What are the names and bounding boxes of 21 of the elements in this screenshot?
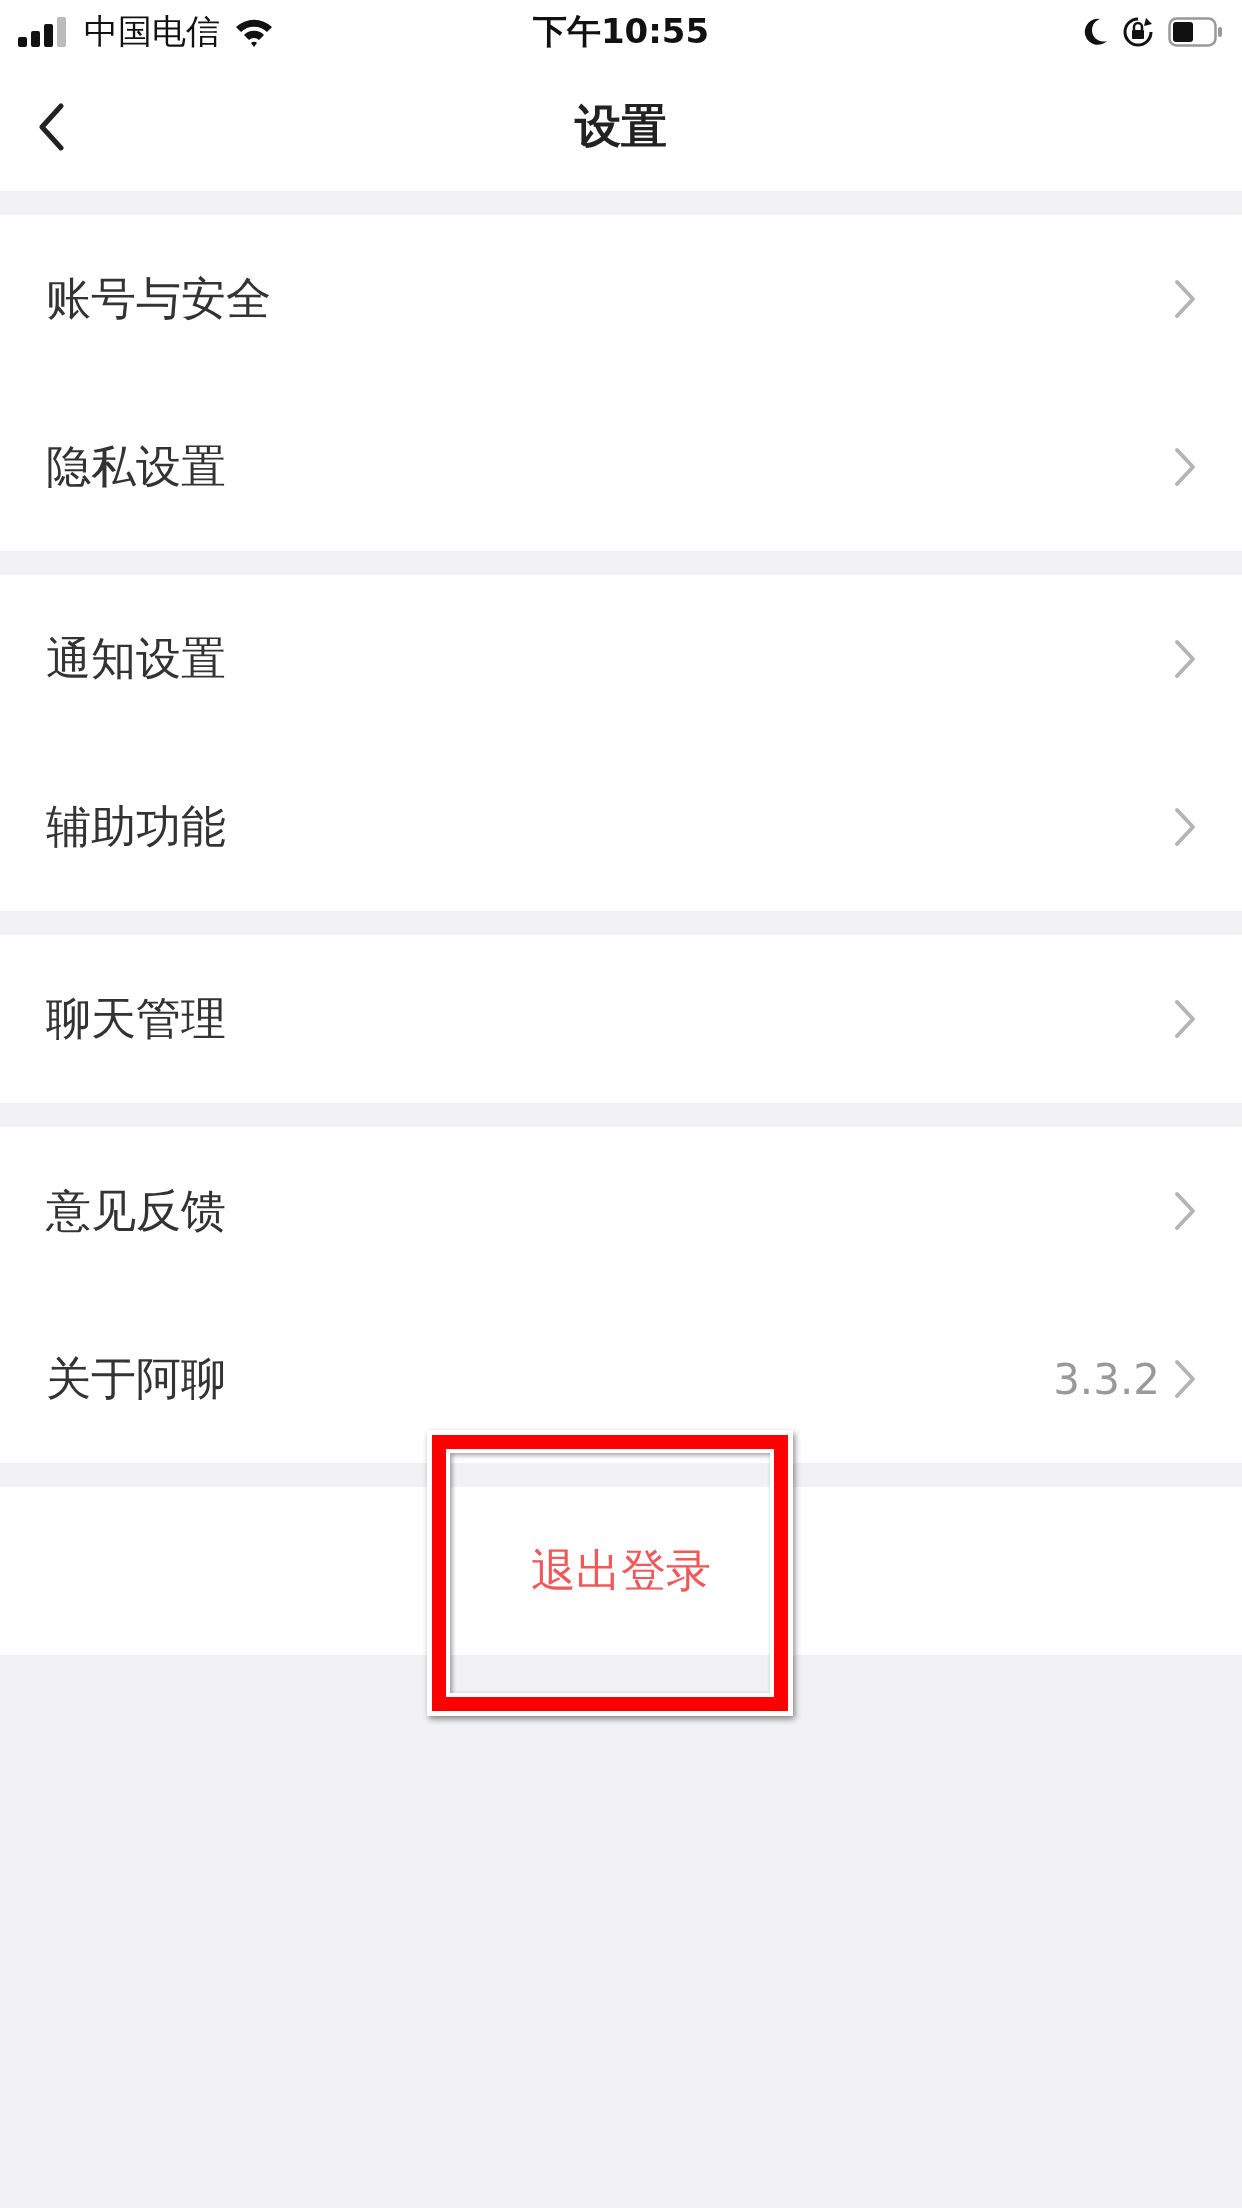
chevron-right-icon — [1174, 447, 1196, 487]
chevron-right-icon — [1174, 279, 1196, 319]
page-title: 设置 — [575, 98, 667, 155]
chevron-right-icon — [1174, 807, 1196, 847]
settings-item[interactable]: 关于阿聊 3.3.2 — [0, 1295, 1242, 1463]
chevron-right-icon — [1174, 1359, 1196, 1399]
settings-item[interactable]: 通知设置 — [0, 575, 1242, 743]
settings-item[interactable]: 账号与安全 — [0, 215, 1242, 383]
settings-item[interactable]: 意见反馈 — [0, 1127, 1242, 1295]
moon-icon — [1082, 16, 1108, 47]
status-time: 下午10:55 — [532, 9, 710, 53]
battery-icon — [1168, 16, 1224, 47]
back-icon[interactable] — [38, 103, 64, 151]
settings-item[interactable]: 聊天管理 — [0, 935, 1242, 1103]
settings-item[interactable]: 辅助功能 — [0, 743, 1242, 911]
chevron-right-icon — [1174, 639, 1196, 679]
settings-item[interactable]: 隐私设置 — [0, 383, 1242, 551]
chevron-right-icon — [1174, 999, 1196, 1039]
chevron-right-icon — [1174, 1191, 1196, 1231]
carrier-name: 中国电信 — [84, 9, 220, 53]
rotation-lock-icon — [1122, 15, 1154, 48]
